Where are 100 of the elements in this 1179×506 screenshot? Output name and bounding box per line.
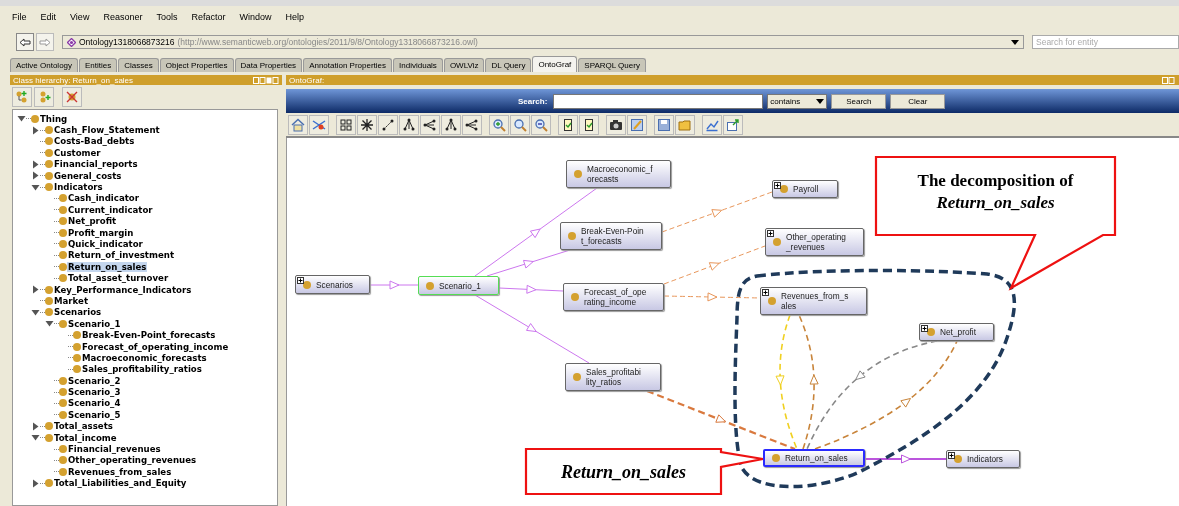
collapse-arrow-icon[interactable]	[45, 319, 54, 329]
toolbar-button[interactable]	[420, 114, 440, 135]
graph-node[interactable]: Revenues_from_s ales	[760, 287, 867, 315]
graph-node[interactable]: Net_profit	[919, 323, 994, 341]
tree-item[interactable]: Total_income	[53, 432, 118, 443]
toolbar-button[interactable]	[399, 114, 419, 135]
tree-item[interactable]: Revenues_from_sales	[67, 466, 173, 477]
toolbar-button[interactable]	[336, 114, 356, 135]
tree-item[interactable]: Thing	[39, 113, 69, 124]
tab[interactable]: Individuals	[393, 58, 443, 72]
menu-item[interactable]: Tools	[156, 12, 178, 22]
graph-node[interactable]: Sales_profitabi lity_ratios	[565, 363, 661, 391]
graph-node[interactable]: Scenario_1	[418, 276, 499, 295]
tab[interactable]: Entities	[79, 58, 118, 72]
toolbar-button[interactable]	[606, 114, 626, 135]
expand-icon[interactable]	[767, 230, 774, 237]
tab[interactable]: Data Properties	[234, 58, 303, 72]
collapse-arrow-icon[interactable]	[31, 307, 40, 317]
tree-item[interactable]: Return_on_sales	[67, 261, 148, 272]
tab[interactable]: Annotation Properties	[303, 58, 393, 72]
expand-icon[interactable]	[762, 289, 769, 296]
tree-item[interactable]: Forecast_of_operating_income	[81, 341, 230, 352]
search-action-button[interactable]: Search	[831, 93, 887, 109]
graph-node[interactable]: Return_on_sales	[763, 449, 865, 467]
tab[interactable]: Object Properties	[159, 58, 234, 72]
tree-item[interactable]: Total_assets	[53, 421, 114, 432]
match-mode-dropdown[interactable]: contains	[767, 93, 828, 109]
tab[interactable]: DL Query	[485, 58, 532, 72]
menu-item[interactable]: Help	[285, 12, 304, 22]
toolbar-button[interactable]	[579, 114, 599, 135]
collapse-arrow-icon[interactable]	[17, 114, 26, 124]
graph-search-field[interactable]	[553, 93, 764, 109]
tab[interactable]: Classes	[118, 58, 159, 72]
expand-arrow-icon[interactable]	[31, 171, 40, 181]
tree-item[interactable]: Customer	[53, 147, 102, 158]
tree-item[interactable]: Profit_margin	[67, 227, 135, 238]
collapse-arrow-icon[interactable]	[31, 182, 40, 192]
tab[interactable]: SPARQL Query	[578, 58, 646, 72]
tree-item[interactable]: Return_of_investment	[67, 250, 175, 261]
graph-node[interactable]: Indicators	[946, 450, 1020, 468]
tree-item[interactable]: Net_profit	[67, 216, 118, 227]
graph-node[interactable]: Macroeconomic_f orecasts	[566, 160, 671, 188]
toolbar-button[interactable]	[441, 114, 461, 135]
expand-arrow-icon[interactable]	[31, 285, 40, 295]
tree-item[interactable]: Cash_Flow_Statement	[53, 125, 161, 136]
tree-item[interactable]: Financial_revenues	[67, 444, 162, 454]
tree-item[interactable]: Break-Even-Point_forecasts	[81, 330, 217, 341]
tree-item[interactable]: Scenario_4	[67, 398, 122, 409]
graph-node[interactable]: Other_operating _revenues	[765, 228, 864, 256]
expand-icon[interactable]	[297, 277, 304, 284]
tree-item[interactable]: Scenarios	[53, 307, 103, 318]
tree-item[interactable]: Sales_profitability_ratios	[81, 364, 203, 375]
expand-arrow-icon[interactable]	[31, 421, 40, 431]
delete-class-button[interactable]	[62, 87, 82, 107]
toolbar-button[interactable]	[558, 114, 578, 135]
collapse-arrow-icon[interactable]	[31, 433, 40, 443]
toolbar-button[interactable]	[378, 114, 398, 135]
toolbar-button[interactable]	[462, 114, 482, 135]
tree-item[interactable]: Current_indicator	[67, 204, 154, 215]
graph-node[interactable]: Forecast_of_ope rating_income	[563, 283, 664, 311]
tree-item[interactable]: Scenario_2	[67, 375, 122, 386]
ontology-address-field[interactable]: Ontology1318066873216 (http://www.semanticweb.org/ontologies/2011/9/8/Ontology1318066873216.owl)	[62, 35, 1024, 49]
tree-item[interactable]: Scenario_3	[67, 387, 122, 398]
tree-item[interactable]: Total_Liabilities_and_Equity	[53, 478, 188, 489]
menu-item[interactable]: File	[12, 12, 27, 22]
expand-icon[interactable]	[774, 182, 781, 189]
search-action-button[interactable]: Clear	[890, 93, 946, 109]
graph-node[interactable]: Break-Even-Poin t_forecasts	[560, 222, 662, 250]
dropdown-caret-icon[interactable]	[1011, 39, 1019, 45]
tree-item[interactable]: Scenario_5	[67, 409, 122, 420]
tab[interactable]: OntoGraf	[532, 56, 578, 72]
tree-item[interactable]: Indicators	[53, 182, 104, 193]
tree-item[interactable]: Scenario_1	[67, 318, 122, 329]
entity-search-field[interactable]: Search for entity	[1032, 35, 1179, 49]
tree-item[interactable]: Financial_reports	[53, 159, 139, 170]
tree-item[interactable]: Macroeconomic_forecasts	[81, 352, 208, 363]
menu-item[interactable]: View	[70, 12, 90, 22]
graph-node[interactable]: Scenarios	[295, 275, 370, 294]
expand-arrow-icon[interactable]	[31, 125, 40, 135]
graph-node[interactable]: Payroll	[772, 180, 838, 198]
tree-item[interactable]: General_costs	[53, 170, 123, 181]
back-button[interactable]	[16, 33, 34, 51]
toolbar-button[interactable]	[357, 114, 377, 135]
expand-arrow-icon[interactable]	[31, 478, 40, 488]
menu-item[interactable]: Reasoner	[103, 12, 143, 22]
tree-item[interactable]: Other_operating_revenues	[67, 455, 198, 466]
tab[interactable]: OWLViz	[443, 58, 485, 72]
expand-icon[interactable]	[948, 452, 955, 459]
menu-item[interactable]: Edit	[40, 12, 57, 22]
tree-item[interactable]: Costs-Bad_debts	[53, 136, 136, 147]
tree-item[interactable]: Market	[53, 295, 89, 306]
tree-item[interactable]: Cash_indicator	[67, 193, 140, 204]
dropdown-caret-icon[interactable]	[816, 98, 825, 104]
tree-item[interactable]: Total_asset_turnover	[67, 273, 170, 284]
menu-item[interactable]: Refactor	[191, 12, 226, 22]
menu-item[interactable]: Window	[239, 12, 272, 22]
tab[interactable]: Active Ontology	[10, 58, 79, 72]
expand-arrow-icon[interactable]	[31, 159, 40, 169]
tree-item[interactable]: Key_Performance_Indicators	[53, 284, 193, 295]
expand-icon[interactable]	[921, 325, 928, 332]
